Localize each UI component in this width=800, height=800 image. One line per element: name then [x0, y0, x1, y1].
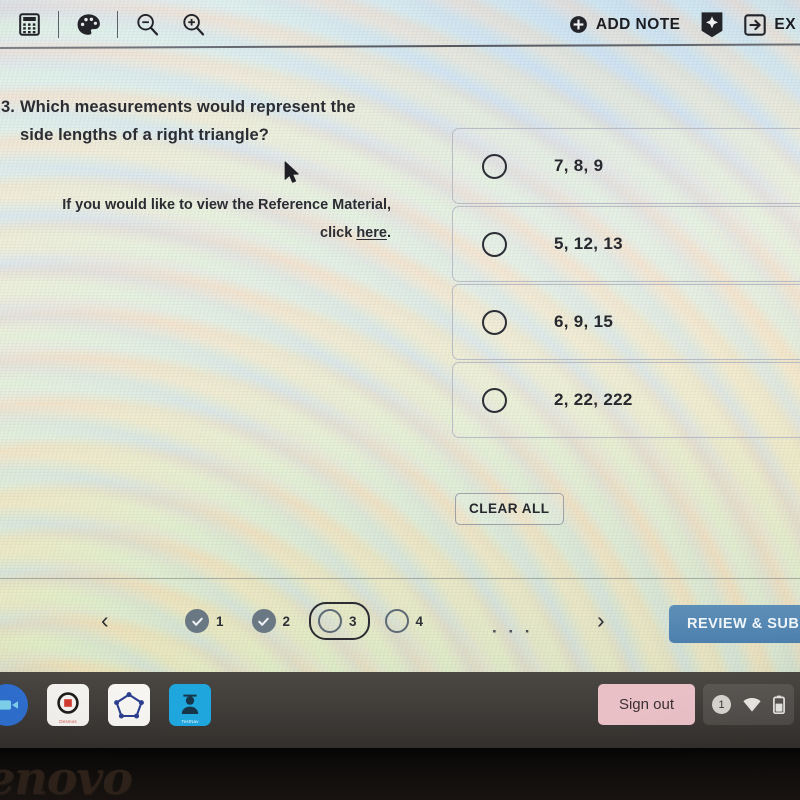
reference-note-text: If you would like to view the Reference … [62, 197, 391, 213]
exit-button[interactable]: EX [734, 0, 800, 49]
answer-option-b-label: 5, 12, 13 [554, 234, 623, 253]
question-area: 3. Which measurements would represent th… [0, 49, 800, 578]
laptop-bezel: enovo [0, 748, 800, 800]
pager-number-3: 3 [349, 613, 357, 629]
reference-suffix: . [386, 225, 391, 241]
question-pager: 1 2 3 4 [176, 602, 436, 640]
shelf-status-area: Sign out 1 [597, 684, 794, 725]
pager-item-2[interactable]: 2 [243, 602, 304, 640]
answer-options: 7, 8, 9 5, 12, 13 6, 9, 15 2, 22, 222 [452, 128, 800, 440]
battery-icon [773, 695, 785, 714]
clear-all-button[interactable]: CLEAR ALL [455, 493, 564, 525]
add-note-button[interactable]: ADD NOTE [559, 0, 691, 49]
sign-out-button[interactable]: Sign out [597, 684, 695, 725]
toolbar-separator [117, 11, 118, 38]
radio-button-a[interactable] [482, 153, 507, 179]
wifi-icon [743, 697, 761, 712]
shelf-app-blue-circle[interactable] [0, 684, 28, 726]
empty-circle-icon [384, 609, 409, 633]
pager-item-4[interactable]: 4 [376, 602, 437, 640]
reference-click-prefix: click [320, 225, 357, 241]
radio-button-b[interactable] [482, 231, 507, 257]
question-text: Which measurements would represent the s… [19, 98, 356, 144]
shelf-app-desmos-caption: Desmos [59, 719, 77, 724]
pager-number-1: 1 [216, 613, 224, 629]
zoom-out-icon[interactable] [124, 2, 170, 48]
next-question-button[interactable]: › [597, 607, 605, 634]
pager-ellipsis: · · · [492, 622, 534, 641]
radio-button-c[interactable] [482, 309, 507, 335]
screen-content: ADD NOTE EX 3. Which measurements would … [0, 0, 800, 672]
answer-option-d[interactable]: 2, 22, 222 [452, 362, 800, 438]
photographed-laptop-screen: ADD NOTE EX 3. Which measurements would … [0, 0, 800, 800]
exit-label: EX [774, 15, 796, 33]
question-stem: 3. Which measurements would represent th… [0, 93, 420, 149]
chromeos-shelf: Desmos TestNav Sign out 1 [0, 672, 800, 748]
lenovo-brand-logo: enovo [0, 751, 133, 800]
add-note-label: ADD NOTE [595, 15, 681, 33]
answer-option-c-label: 6, 9, 15 [554, 312, 614, 331]
checkmark-icon [251, 609, 276, 633]
pager-item-3-current[interactable]: 3 [309, 602, 370, 640]
question-navigation-bar: ‹ 1 2 3 4 · · · › REVIEW & SUB [0, 579, 800, 672]
shelf-app-testnav[interactable]: TestNav [169, 684, 211, 726]
exit-icon [744, 13, 767, 36]
status-tray[interactable]: 1 [703, 684, 794, 725]
review-and-submit-button[interactable]: REVIEW & SUBMIT [669, 605, 800, 643]
answer-option-b[interactable]: 5, 12, 13 [452, 206, 800, 282]
question-number: 3. [1, 98, 15, 116]
shelf-app-desmos[interactable]: Desmos [47, 684, 89, 726]
toolbar-right-tools: ADD NOTE EX [559, 0, 800, 49]
bookmark-flag-icon[interactable] [690, 0, 734, 49]
shelf-app-geogebra[interactable] [108, 684, 150, 726]
answer-option-c[interactable]: 6, 9, 15 [452, 284, 800, 360]
reference-material-link[interactable]: here [356, 225, 387, 241]
zoom-in-icon[interactable] [170, 2, 216, 48]
empty-circle-icon [318, 609, 343, 633]
toolbar-left-tools [0, 2, 216, 48]
reference-material-note: If you would like to view the Reference … [0, 191, 400, 247]
pager-item-1[interactable]: 1 [176, 602, 237, 640]
test-toolbar: ADD NOTE EX [0, 0, 800, 49]
pager-number-4: 4 [415, 613, 424, 629]
palette-icon[interactable] [65, 2, 111, 48]
answer-option-a[interactable]: 7, 8, 9 [452, 128, 800, 204]
pager-number-2: 2 [282, 613, 291, 629]
answer-option-d-label: 2, 22, 222 [554, 390, 633, 409]
toolbar-separator [58, 11, 59, 38]
plus-circle-icon [569, 16, 587, 33]
calculator-icon[interactable] [6, 2, 52, 48]
avatar[interactable]: 1 [712, 695, 731, 714]
previous-question-button[interactable]: ‹ [101, 607, 109, 634]
answer-option-a-label: 7, 8, 9 [554, 156, 604, 175]
shelf-app-testnav-caption: TestNav [181, 719, 199, 724]
radio-button-d[interactable] [482, 387, 507, 413]
checkmark-icon [185, 609, 209, 633]
shelf-app-icons: Desmos TestNav [0, 684, 211, 726]
